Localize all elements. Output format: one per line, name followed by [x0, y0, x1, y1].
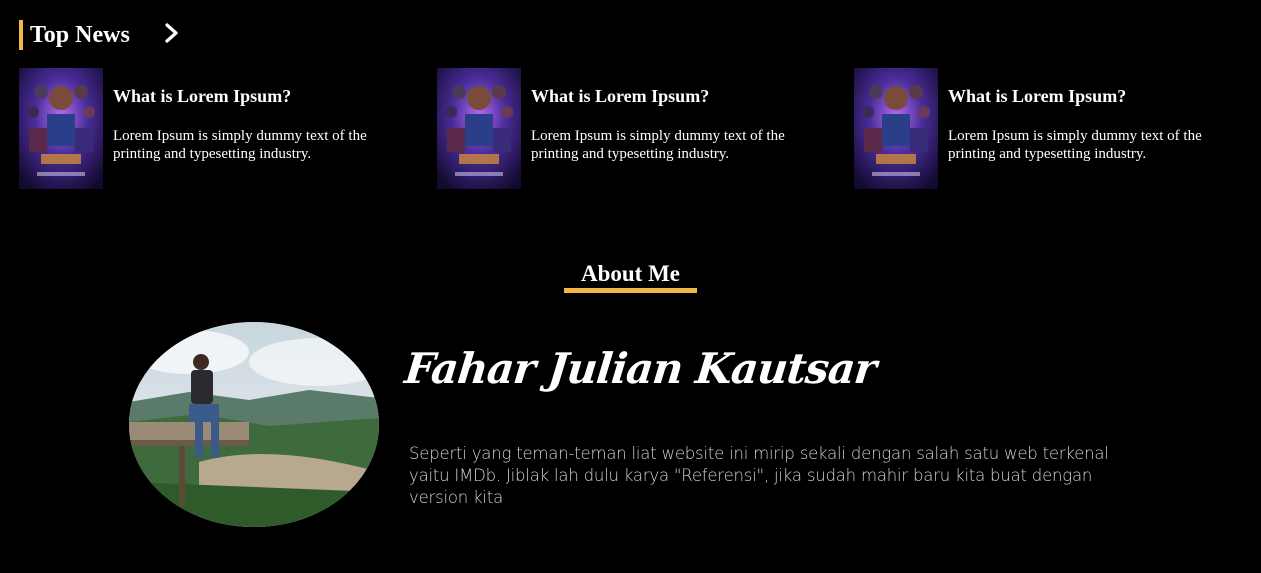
- news-title[interactable]: What is Lorem Ipsum?: [113, 86, 291, 107]
- top-news-title: Top News: [30, 22, 130, 48]
- about-underline: [564, 288, 697, 293]
- news-title[interactable]: What is Lorem Ipsum?: [948, 86, 1126, 107]
- news-title[interactable]: What is Lorem Ipsum?: [531, 86, 709, 107]
- news-thumbnail[interactable]: [437, 68, 521, 189]
- profile-description: Seperti yang teman-teman liat website in…: [409, 444, 1109, 507]
- news-card[interactable]: What is Lorem Ipsum? Lorem Ipsum is simp…: [19, 68, 409, 190]
- about-title: About Me: [580, 261, 681, 286]
- news-body: Lorem Ipsum is simply dummy text of the …: [113, 128, 367, 162]
- news-card[interactable]: What is Lorem Ipsum? Lorem Ipsum is simp…: [437, 68, 827, 190]
- news-thumbnail[interactable]: [19, 68, 103, 189]
- top-news-header: Top News: [19, 20, 130, 50]
- chevron-right-icon[interactable]: [162, 22, 182, 44]
- news-body: Lorem Ipsum is simply dummy text of the …: [531, 128, 785, 162]
- news-card[interactable]: What is Lorem Ipsum? Lorem Ipsum is simp…: [854, 68, 1244, 190]
- profile-name: Fahar Julian Kautsar: [402, 344, 879, 393]
- news-thumbnail[interactable]: [854, 68, 938, 189]
- accent-bar: [19, 20, 23, 50]
- news-body: Lorem Ipsum is simply dummy text of the …: [948, 128, 1202, 162]
- profile-photo: [129, 322, 379, 527]
- page: Top News What is Lorem Ipsum? Lorem Ipsu…: [0, 0, 1261, 573]
